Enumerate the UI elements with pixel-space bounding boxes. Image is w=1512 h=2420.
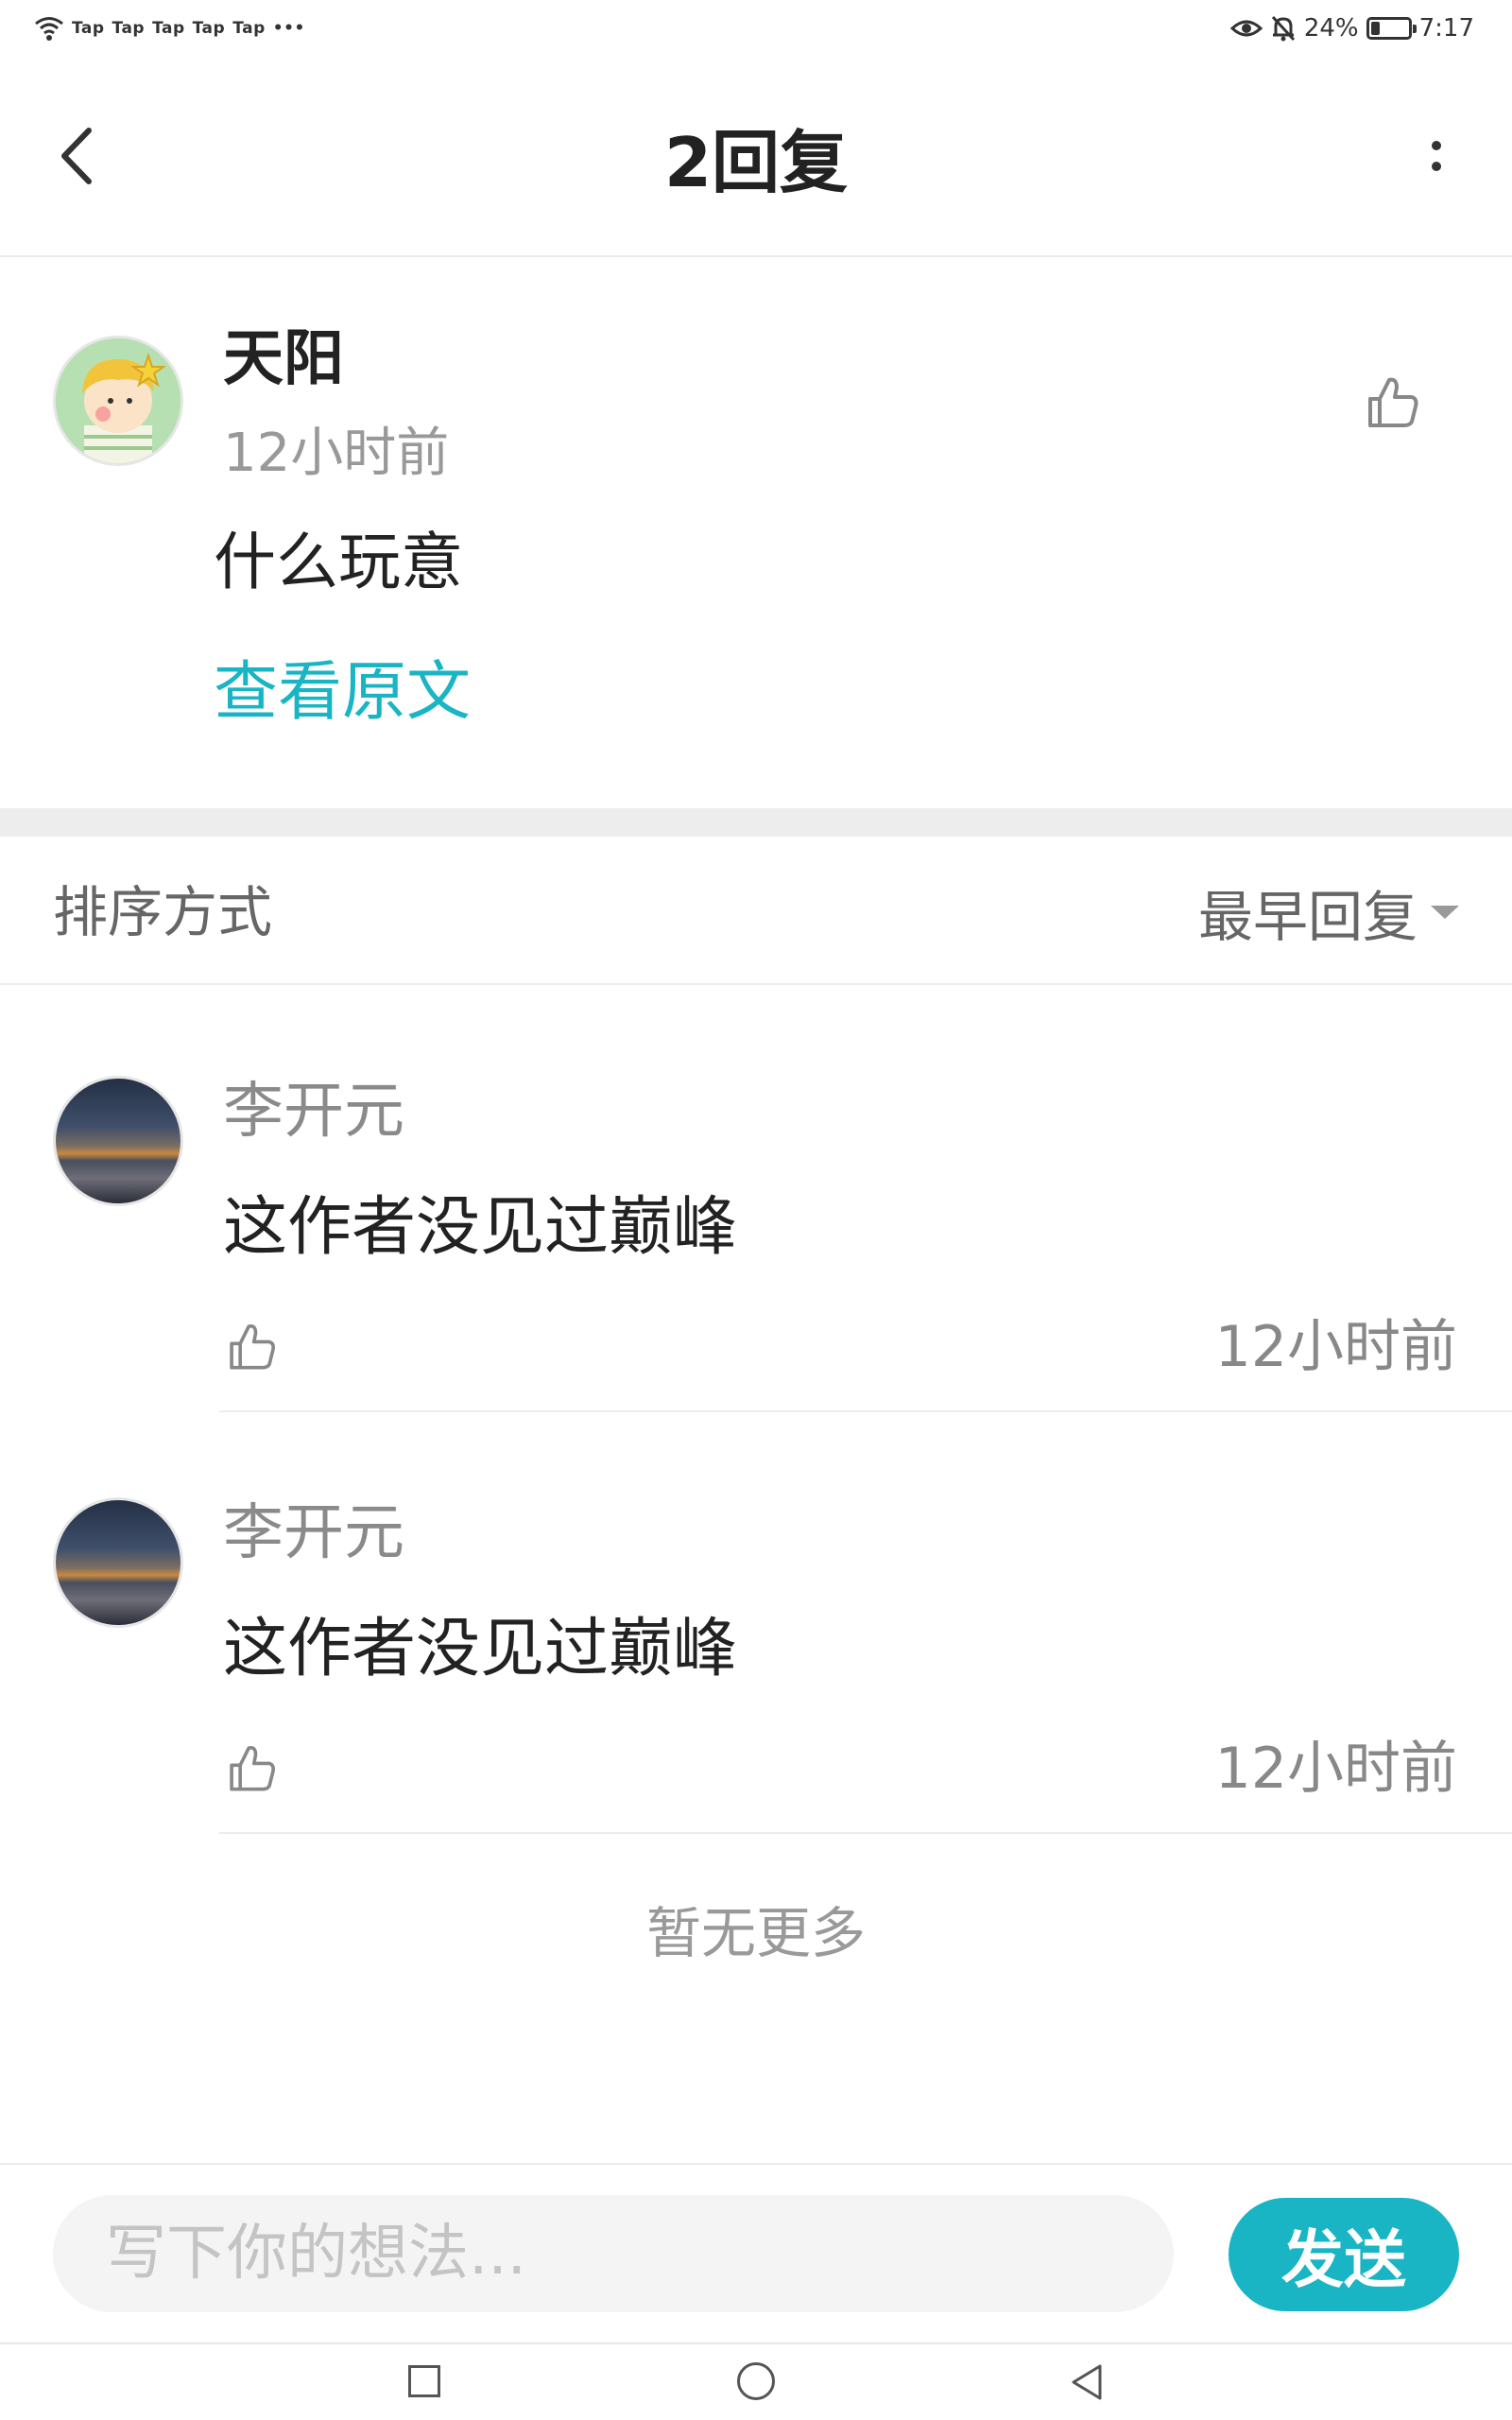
thumbs-up-icon — [230, 1745, 275, 1791]
sort-dropdown[interactable]: 最早回复 — [1198, 874, 1459, 950]
back-button[interactable] — [38, 118, 113, 194]
reply-timestamp: 12小时前 — [1214, 1314, 1457, 1380]
comment-content: 什么玩意 — [214, 526, 463, 598]
reply-timestamp: 12小时前 — [1214, 1736, 1457, 1802]
chevron-left-icon — [61, 128, 92, 184]
sort-selected-value: 最早回复 — [1197, 885, 1418, 949]
tap-notification-label: Tap — [232, 19, 266, 38]
no-more-text: 暂无更多 — [645, 1901, 866, 1965]
like-button[interactable] — [1361, 371, 1423, 433]
reply-item: 李开元 这作者没见过巅峰 12小时前 — [0, 1407, 1512, 1834]
tap-notification-label: Tap — [192, 19, 226, 38]
avatar[interactable] — [53, 1076, 183, 1206]
like-button[interactable] — [223, 1739, 280, 1796]
reply-input[interactable] — [53, 2195, 1174, 2312]
wifi-icon — [35, 17, 63, 41]
battery-icon — [1366, 17, 1417, 40]
tap-notification-label: Tap — [152, 19, 185, 38]
home-icon[interactable] — [737, 2362, 775, 2400]
comment-author-name[interactable]: 天阳 — [223, 321, 344, 397]
section-divider — [0, 808, 1512, 837]
reply-author-name[interactable]: 李开元 — [223, 1074, 404, 1150]
comment-timestamp: 12小时前 — [223, 423, 450, 484]
more-vertical-icon — [1432, 162, 1441, 171]
more-options-button[interactable] — [1399, 118, 1474, 194]
page-title: 2回复 — [663, 122, 849, 202]
reply-content: 这作者没见过巅峰 — [223, 1190, 738, 1265]
back-triangle-icon[interactable] — [1068, 2362, 1104, 2402]
battery-percent: 24% — [1303, 14, 1359, 43]
eye-icon — [1229, 20, 1263, 37]
avatar-cartoon-image — [56, 338, 180, 463]
caret-down-icon — [1431, 906, 1459, 919]
bell-off-icon — [1271, 15, 1295, 42]
status-bar-right: 24% 7:17 — [1229, 9, 1474, 47]
clock: 7:17 — [1418, 14, 1474, 43]
like-button[interactable] — [223, 1318, 280, 1374]
avatar[interactable] — [53, 336, 183, 466]
tap-notification-label: Tap — [72, 19, 105, 38]
recent-apps-icon[interactable] — [408, 2365, 440, 2397]
view-original-link[interactable]: 查看原文 — [214, 652, 471, 733]
input-bar-divider — [0, 2163, 1512, 2165]
reply-item: 李开元 这作者没见过巅峰 12小时前 — [0, 985, 1512, 1412]
nav-bar-divider — [0, 2342, 1512, 2344]
more-notifications-dots: ••• — [272, 19, 305, 38]
header: 2回复 — [0, 57, 1512, 257]
send-button[interactable]: 发送 — [1228, 2198, 1459, 2311]
tap-notification-label: Tap — [112, 19, 146, 38]
thumbs-up-icon — [230, 1323, 275, 1370]
status-bar: Tap Tap Tap Tap Tap ••• 24% 7:17 — [0, 0, 1512, 57]
reply-divider — [219, 1832, 1512, 1834]
sort-label: 排序方式 — [53, 880, 273, 944]
avatar[interactable] — [53, 1497, 183, 1628]
reply-author-name[interactable]: 李开元 — [223, 1495, 404, 1571]
status-bar-left: Tap Tap Tap Tap Tap ••• — [34, 9, 305, 47]
more-vertical-icon — [1432, 141, 1441, 150]
battery-level-fill — [1370, 22, 1380, 35]
reply-content: 这作者没见过巅峰 — [223, 1612, 738, 1686]
thumbs-up-icon — [1368, 377, 1418, 427]
